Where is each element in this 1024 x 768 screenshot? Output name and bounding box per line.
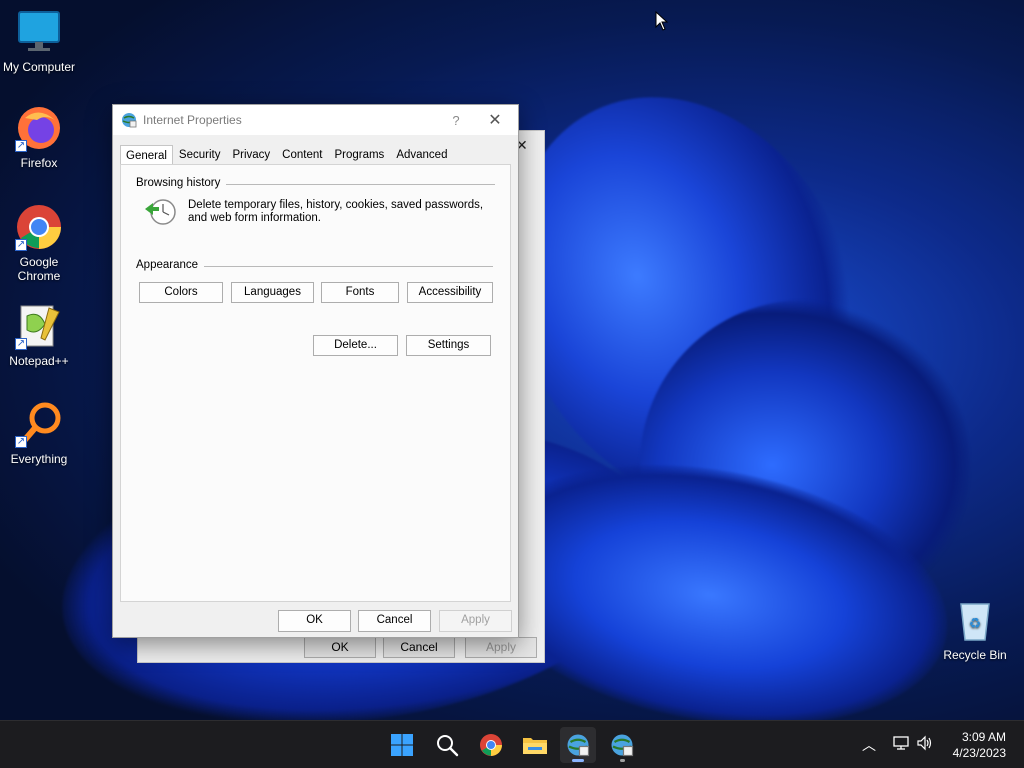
- shortcut-arrow-icon: ↗: [15, 338, 27, 350]
- browsing-history-label: Browsing history: [136, 177, 227, 189]
- desktop-icon-label: Google Chrome: [17, 255, 61, 283]
- shortcut-arrow-icon: ↗: [15, 140, 27, 152]
- recycle-bin-icon: ♻: [951, 596, 999, 644]
- firefox-icon: ↗: [15, 104, 63, 152]
- active-indicator: [572, 759, 584, 762]
- desktop-icon-label: Firefox: [20, 156, 58, 170]
- chrome-icon: ↗: [15, 203, 63, 251]
- chrome-icon: [480, 734, 502, 756]
- taskbar-internet-properties[interactable]: [604, 727, 640, 763]
- start-icon: [391, 734, 413, 756]
- system-clock[interactable]: 3:09 AM 4/23/2023: [953, 729, 1006, 761]
- appearance-label: Appearance: [136, 259, 205, 271]
- fonts-button[interactable]: Fonts: [321, 282, 399, 303]
- internet-properties-icon: [567, 734, 590, 757]
- desktop-icon-notepadpp[interactable]: ↗ Notepad++: [0, 302, 79, 368]
- close-icon[interactable]: ✕: [472, 110, 518, 130]
- tab-strip: General Security Privacy Content Program…: [120, 142, 453, 165]
- help-icon[interactable]: ?: [440, 113, 472, 128]
- search-icon: [437, 735, 459, 757]
- languages-button[interactable]: Languages: [231, 282, 314, 303]
- ok-button[interactable]: OK: [304, 637, 376, 658]
- cancel-button[interactable]: Cancel: [358, 610, 431, 632]
- tab-general[interactable]: General: [120, 145, 173, 165]
- search-button[interactable]: [429, 727, 465, 763]
- tab-security[interactable]: Security: [173, 145, 227, 164]
- desktop-icon-firefox[interactable]: ↗ Firefox: [0, 104, 79, 170]
- taskbar: ︿ 3:09 AM 4/23/2023: [0, 720, 1024, 768]
- ok-button[interactable]: OK: [278, 610, 351, 632]
- desktop-icon-label: Recycle Bin: [943, 648, 1007, 662]
- tab-content[interactable]: Content: [276, 145, 328, 164]
- taskbar-file-explorer[interactable]: [517, 727, 553, 763]
- network-icon[interactable]: [892, 735, 910, 751]
- internet-properties-dialog: Internet Properties ? ✕ General Security…: [112, 104, 519, 638]
- taskbar-internet-properties-active[interactable]: [560, 727, 596, 763]
- browsing-history-icon: [145, 199, 176, 225]
- browsing-history-description: Delete temporary files, history, cookies…: [188, 199, 484, 224]
- cancel-button[interactable]: Cancel: [383, 637, 455, 658]
- tab-programs[interactable]: Programs: [328, 145, 390, 164]
- group-divider: [221, 184, 495, 185]
- shortcut-arrow-icon: ↗: [15, 436, 27, 448]
- desktop-icon-label: Notepad++: [9, 354, 69, 368]
- group-divider: [201, 266, 493, 267]
- internet-properties-icon: [611, 734, 634, 757]
- colors-button[interactable]: Colors: [139, 282, 223, 303]
- accessibility-button[interactable]: Accessibility: [407, 282, 493, 303]
- desktop-icon-everything[interactable]: ↗ Everything: [0, 400, 79, 466]
- svg-text:♻: ♻: [969, 615, 982, 631]
- settings-button[interactable]: Settings: [406, 335, 491, 356]
- everything-search-icon: ↗: [15, 400, 63, 448]
- monitor-icon: [15, 8, 63, 56]
- internet-properties-icon: [122, 113, 137, 128]
- clock-time: 3:09 AM: [961, 730, 1006, 744]
- desktop-icon-label: My Computer: [2, 60, 76, 74]
- tab-privacy[interactable]: Privacy: [226, 145, 276, 164]
- apply-button[interactable]: Apply: [465, 637, 537, 658]
- dialog-title: Internet Properties: [143, 113, 242, 127]
- shortcut-arrow-icon: ↗: [15, 239, 27, 251]
- notepadpp-icon: ↗: [15, 302, 63, 350]
- desktop-icon-google-chrome[interactable]: ↗ Google Chrome: [0, 203, 79, 283]
- file-explorer-icon: [523, 738, 547, 754]
- title-bar[interactable]: Internet Properties ? ✕: [113, 105, 518, 135]
- apply-button[interactable]: Apply: [439, 610, 512, 632]
- tab-advanced[interactable]: Advanced: [390, 145, 453, 164]
- desktop-icon-my-computer[interactable]: My Computer: [0, 8, 79, 74]
- start-button[interactable]: [384, 727, 420, 763]
- taskbar-chrome[interactable]: [473, 727, 509, 763]
- delete-button[interactable]: Delete...: [313, 335, 398, 356]
- clock-date: 4/23/2023: [952, 746, 1006, 760]
- general-tab-panel: Browsing history Delete temporary files,…: [120, 164, 511, 602]
- desktop-icon-recycle-bin[interactable]: ♻ Recycle Bin: [935, 596, 1015, 662]
- desktop-icon-label: Everything: [10, 452, 68, 466]
- chevron-up-icon[interactable]: ︿: [862, 735, 876, 755]
- running-indicator: [620, 759, 625, 762]
- volume-icon[interactable]: [916, 735, 934, 751]
- mouse-cursor-icon: [655, 11, 669, 31]
